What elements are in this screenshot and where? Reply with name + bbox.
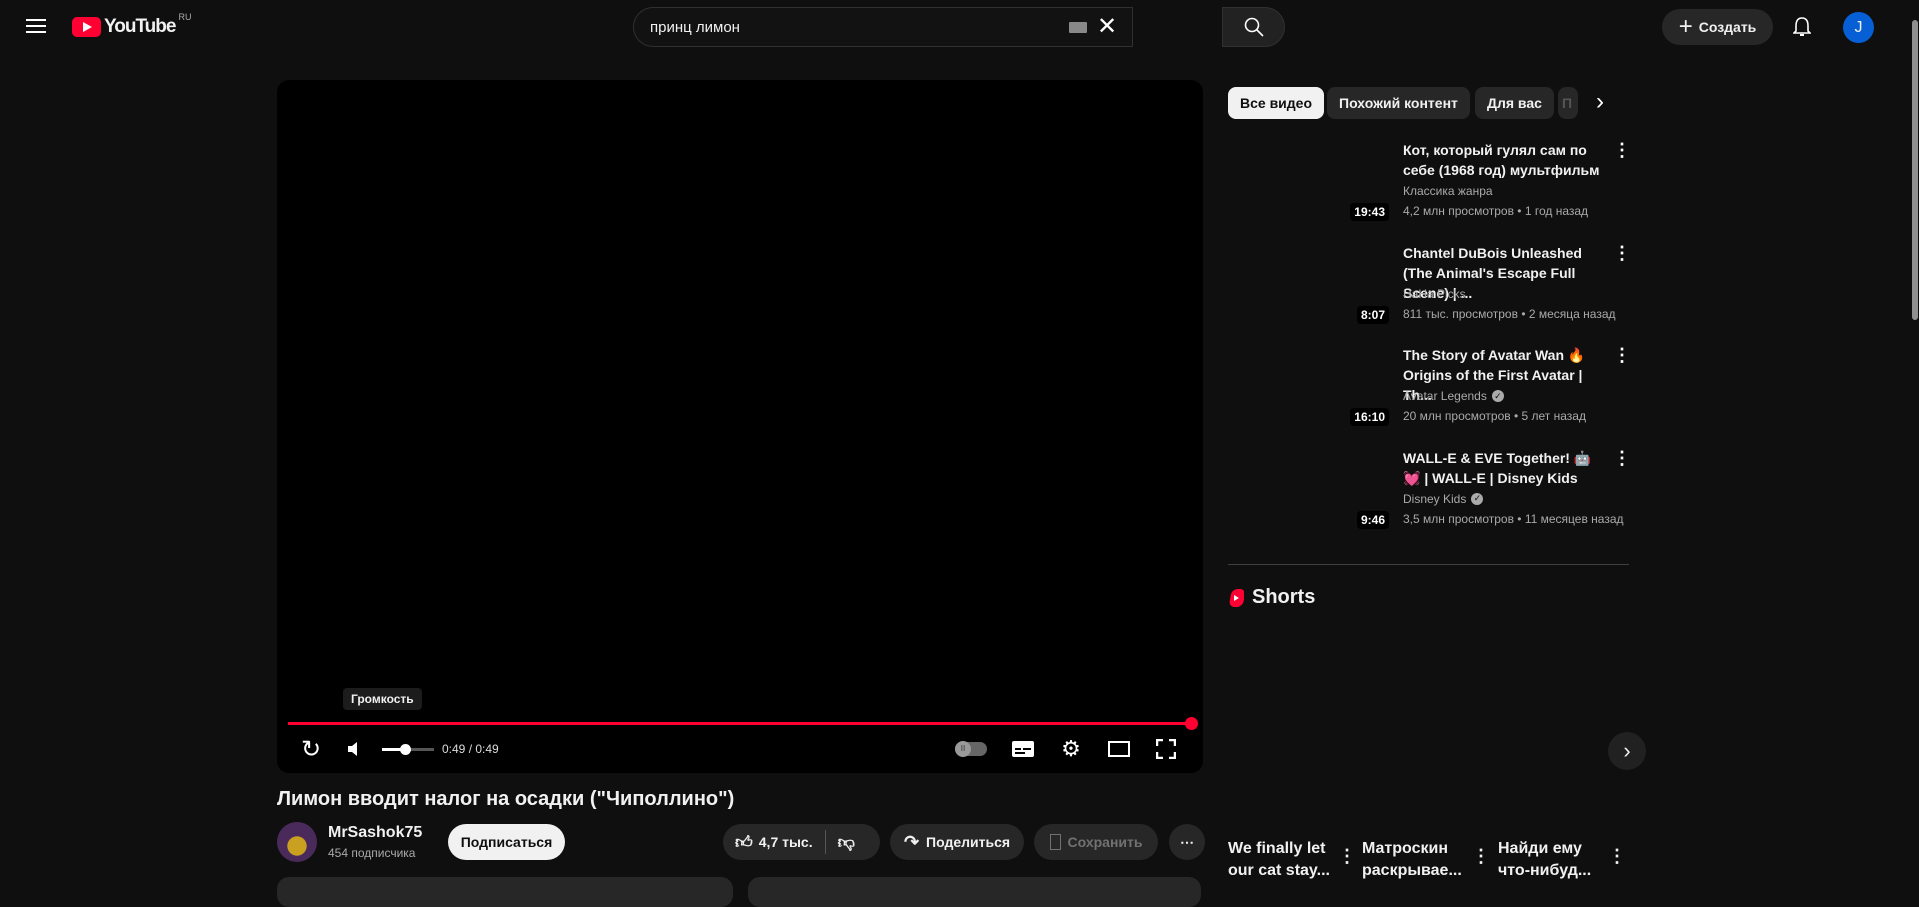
shorts-next-button[interactable]: ›: [1608, 732, 1646, 770]
search-input[interactable]: [650, 16, 1030, 38]
duration-badge: 8:07: [1356, 305, 1389, 324]
search-box[interactable]: ✕: [633, 7, 1133, 47]
short-more-icon[interactable]: ⋮: [1472, 846, 1490, 867]
logo-text: YouTube: [104, 16, 176, 37]
dislike-button[interactable]: 👎︎: [838, 832, 855, 853]
subtitles-button[interactable]: [1011, 737, 1035, 761]
secondary-card[interactable]: [748, 877, 1201, 907]
short-title[interactable]: We finally let our cat stay...: [1228, 838, 1338, 882]
pause-icon: II: [955, 741, 971, 757]
recommendation-item[interactable]: The Story of Avatar Wan 🔥 Origins of the…: [1228, 345, 1631, 445]
chip-partial[interactable]: П: [1558, 87, 1578, 119]
channel-avatar[interactable]: [277, 822, 317, 862]
chip-related[interactable]: Похожий контент: [1327, 87, 1470, 119]
share-button[interactable]: ↷ Поделиться: [890, 824, 1024, 860]
shorts-icon: [1229, 588, 1244, 607]
shorts-heading: Shorts: [1228, 586, 1315, 609]
volume-button[interactable]: [343, 737, 367, 761]
avatar[interactable]: J: [1843, 12, 1874, 43]
youtube-logo[interactable]: YouTube RU: [72, 12, 191, 38]
menu-button[interactable]: [22, 14, 50, 38]
bell-icon: [1793, 17, 1811, 36]
more-options-icon[interactable]: ⋮: [1613, 345, 1631, 366]
progress-bar[interactable]: [288, 717, 1198, 730]
subscriber-count: 454 подписчика: [328, 846, 416, 860]
rec-meta: 20 млн просмотров • 5 лет назад: [1403, 409, 1586, 423]
rec-title[interactable]: Кот, который гулял сам по себе (1968 год…: [1403, 140, 1608, 180]
short-more-icon[interactable]: ⋮: [1338, 846, 1356, 867]
rec-channel[interactable]: Avatar Legends ✓: [1403, 389, 1504, 403]
share-icon: ↷: [903, 831, 920, 852]
rec-channel[interactable]: HaHa Picks: [1403, 287, 1466, 301]
hamburger-icon: [26, 19, 46, 33]
recommendation-item[interactable]: Chantel DuBois Unleashed (The Animal's E…: [1228, 243, 1631, 343]
rec-channel[interactable]: Классика жанра: [1403, 184, 1493, 198]
rec-channel[interactable]: Disney Kids ✓: [1403, 492, 1484, 506]
clear-search-icon[interactable]: ✕: [1097, 12, 1117, 41]
search-icon: [1244, 17, 1264, 37]
duration-badge: 19:43: [1350, 203, 1389, 221]
keyboard-icon[interactable]: [1069, 22, 1087, 33]
like-button[interactable]: 👍︎ 4,7 тыс.: [735, 832, 813, 853]
create-label: Создать: [1698, 19, 1757, 35]
duration-badge: 16:10: [1350, 408, 1389, 426]
video-player[interactable]: [277, 80, 1203, 773]
more-options-icon[interactable]: ⋮: [1613, 243, 1631, 264]
region-code: RU: [178, 12, 192, 22]
divider: [1228, 564, 1629, 565]
settings-button[interactable]: ⚙: [1059, 736, 1083, 761]
progress-scrubber[interactable]: [1185, 717, 1198, 730]
verified-icon: ✓: [1491, 390, 1504, 402]
more-options-icon[interactable]: ⋮: [1613, 140, 1631, 161]
youtube-play-icon: [72, 17, 101, 37]
chips-next-icon[interactable]: ›: [1596, 88, 1604, 116]
rec-meta: 3,5 млн просмотров • 11 месяцев назад: [1403, 511, 1624, 526]
volume-tooltip: Громкость: [343, 688, 422, 710]
verified-icon: ✓: [1471, 492, 1484, 505]
plus-icon: +: [1678, 13, 1693, 40]
fullscreen-button[interactable]: [1154, 737, 1178, 761]
time-display: 0:49 / 0:49: [442, 742, 499, 756]
more-actions-button[interactable]: ⋯: [1169, 824, 1205, 860]
notifications-button[interactable]: [1788, 13, 1816, 41]
video-title: Лимон вводит налог на осадки ("Чиполлино…: [277, 788, 735, 810]
save-button[interactable]: Сохранить: [1034, 824, 1158, 860]
volume-slider[interactable]: [382, 744, 434, 755]
short-more-icon[interactable]: ⋮: [1608, 846, 1626, 867]
divider: [824, 830, 826, 854]
bookmark-icon: [1049, 834, 1061, 850]
scrollbar[interactable]: [1912, 20, 1918, 320]
theater-mode-button[interactable]: [1107, 737, 1131, 761]
rec-meta: 811 тыс. просмотров • 2 месяца назад: [1403, 306, 1616, 321]
short-title[interactable]: Найди ему что-нибуд...: [1498, 838, 1608, 882]
thumbs-down-icon: 👎︎: [837, 832, 855, 852]
like-dislike-group: 👍︎ 4,7 тыс. 👎︎: [723, 824, 880, 860]
rec-title[interactable]: WALL-E & EVE Together! 🤖 💓 | WALL-E | Di…: [1403, 448, 1608, 488]
description-card[interactable]: [277, 877, 733, 907]
subtitles-icon: [1012, 741, 1034, 757]
rec-meta: 4,2 млн просмотров • 1 год назад: [1403, 204, 1589, 218]
autoplay-toggle[interactable]: II: [955, 741, 987, 757]
thumbs-up-icon: 👍︎: [735, 832, 753, 852]
chip-all-videos[interactable]: Все видео: [1228, 87, 1325, 119]
fullscreen-icon: [1156, 739, 1176, 759]
chip-for-you[interactable]: Для вас: [1475, 87, 1554, 119]
subscribe-button[interactable]: Подписаться: [448, 824, 565, 860]
volume-icon: [348, 742, 357, 756]
recommendation-item[interactable]: Кот, который гулял сам по себе (1968 год…: [1228, 140, 1631, 240]
progress-fill: [288, 722, 1192, 725]
replay-button[interactable]: ↻: [299, 736, 323, 763]
channel-name[interactable]: MrSashok75: [328, 824, 422, 842]
more-options-icon[interactable]: ⋮: [1613, 448, 1631, 469]
duration-badge: 9:46: [1356, 510, 1389, 529]
theater-icon: [1108, 741, 1130, 757]
recommendation-item[interactable]: WALL-E & EVE Together! 🤖 💓 | WALL-E | Di…: [1228, 448, 1631, 548]
search-button[interactable]: [1222, 7, 1285, 47]
short-title[interactable]: Матроскин раскрывае...: [1362, 838, 1472, 882]
create-button[interactable]: + Создать: [1662, 9, 1773, 45]
